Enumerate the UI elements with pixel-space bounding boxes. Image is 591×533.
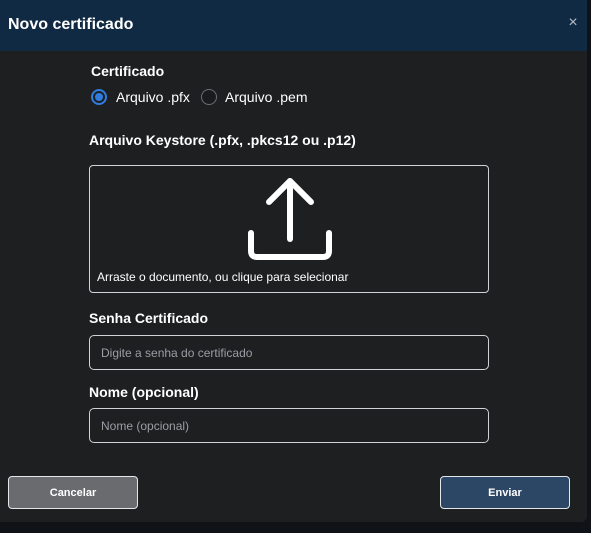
dialog-title: Novo certificado [8, 16, 134, 33]
upload-icon [248, 178, 332, 260]
file-dropzone[interactable]: Arraste o documento, ou clique para sele… [89, 165, 489, 293]
radio-pem[interactable] [201, 89, 217, 105]
submit-button[interactable]: Enviar [440, 476, 570, 509]
name-label: Nome (opcional) [89, 384, 199, 400]
name-input[interactable] [89, 408, 489, 443]
radio-pem-label[interactable]: Arquivo .pem [225, 88, 307, 106]
radio-pfx[interactable] [91, 89, 107, 105]
password-input[interactable] [89, 335, 489, 370]
keystore-label: Arquivo Keystore (.pfx, .pkcs12 ou .p12) [89, 132, 356, 148]
cancel-button[interactable]: Cancelar [8, 476, 138, 509]
password-label: Senha Certificado [89, 310, 209, 326]
certificate-type-label: Certificado [91, 63, 165, 79]
close-icon[interactable]: × [565, 13, 581, 33]
dropzone-text: Arraste o documento, ou clique para sele… [97, 270, 349, 284]
radio-pfx-label[interactable]: Arquivo .pfx [116, 88, 190, 106]
new-certificate-dialog: Novo certificado × Certificado Arquivo .… [0, 0, 587, 522]
dialog-header: Novo certificado × [0, 0, 587, 51]
